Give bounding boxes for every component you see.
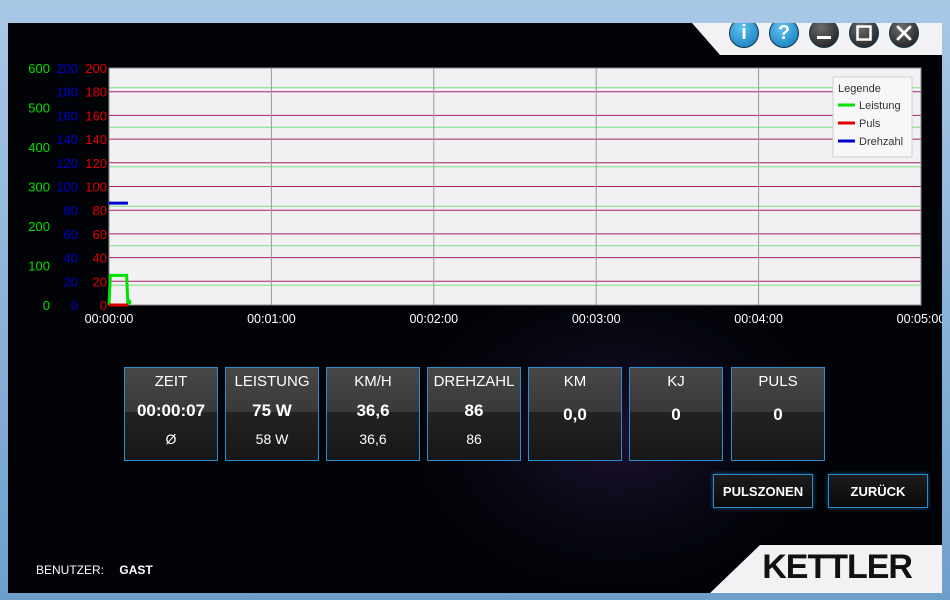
- x-tick-label: 00:00:00: [85, 312, 134, 326]
- tile-label: KM: [563, 373, 587, 390]
- tile-zeit: ZEIT 00:00:07 Ø: [124, 367, 218, 461]
- tile-value: 0,0: [563, 405, 587, 424]
- legend-label: Drehzahl: [859, 136, 903, 148]
- y-tick-label: 40: [93, 251, 107, 266]
- tile-average: Ø: [165, 431, 177, 447]
- zurueck-button[interactable]: ZURÜCK: [828, 474, 928, 508]
- y-tick-label: 600: [28, 61, 50, 76]
- y-tick-label: 80: [64, 203, 78, 218]
- user-label: BENUTZER:: [36, 563, 105, 577]
- y-tick-label: 60: [93, 227, 107, 242]
- user-info: BENUTZER: GAST: [36, 563, 153, 577]
- tile-value: 36,6: [356, 401, 390, 420]
- tile-label: KM/H: [354, 373, 392, 390]
- legend-label: Leistung: [859, 100, 901, 112]
- y-tick-label: 20: [93, 274, 107, 289]
- y-tick-label: 300: [28, 180, 50, 195]
- y-tick-label: 140: [56, 132, 78, 147]
- tile-value: 0: [671, 405, 681, 424]
- user-name: GAST: [119, 563, 153, 577]
- y-tick-label: 100: [28, 259, 50, 274]
- y-tick-label: 200: [28, 219, 50, 234]
- y-tick-label: 100: [56, 180, 78, 195]
- x-tick-label: 00:03:00: [572, 312, 621, 326]
- tile-value: 0: [773, 405, 783, 424]
- client-area: i ? 0 100 200 300 400 500 600 0 20 40 60 80 100 120 14…: [8, 23, 942, 593]
- tile-label: LEISTUNG: [234, 373, 310, 390]
- y-tick-label: 120: [85, 156, 107, 171]
- y-tick-label: 180: [85, 85, 107, 100]
- legend-title: Legende: [838, 83, 881, 95]
- tile-value: 75 W: [252, 401, 292, 420]
- tile-average: 58 W: [255, 431, 289, 447]
- tile-value: 00:00:07: [136, 401, 206, 420]
- y-tick-label: 160: [85, 108, 107, 123]
- tile-label: KJ: [667, 373, 685, 390]
- y-tick-label: 120: [56, 156, 78, 171]
- training-chart: 0100200300400500600020406080100120140160…: [28, 61, 942, 326]
- tile-km-h: KM/H 36,6 36,6: [326, 367, 420, 461]
- tile-value: 86: [464, 401, 484, 420]
- y-tick-label: 160: [56, 108, 78, 123]
- tile-km: KM 0,0: [528, 367, 622, 461]
- y-tick-label: 0: [100, 298, 107, 313]
- tile-label: PULS: [758, 373, 798, 390]
- y-tick-label: 500: [28, 101, 50, 116]
- tile-label: ZEIT: [154, 373, 188, 390]
- y-tick-label: 200: [85, 61, 107, 76]
- legend-label: Puls: [859, 118, 881, 130]
- y-tick-label: 40: [64, 251, 78, 266]
- x-tick-label: 00:01:00: [247, 312, 296, 326]
- tile-average: 36,6: [359, 431, 387, 447]
- y-tick-label: 0: [71, 298, 78, 313]
- tile-leistung: LEISTUNG 75 W 58 W: [225, 367, 319, 461]
- y-tick-label: 140: [85, 132, 107, 147]
- tile-kj: KJ 0: [629, 367, 723, 461]
- kettler-logo: KETTLER: [762, 548, 913, 586]
- y-tick-label: 400: [28, 140, 50, 155]
- y-tick-label: 100: [85, 180, 107, 195]
- tile-drehzahl: DREHZAHL 86 86: [427, 367, 521, 461]
- y-tick-label: 20: [64, 274, 78, 289]
- tile-label: DREHZAHL: [433, 373, 515, 390]
- x-tick-label: 00:04:00: [734, 312, 783, 326]
- application-window: i ? 0 100 200 300 400 500 600 0 20 40 60 80 100 120 14…: [0, 0, 950, 600]
- y-tick-label: 80: [93, 203, 107, 218]
- y-tick-label: 180: [56, 85, 78, 100]
- pulszonen-button[interactable]: PULSZONEN: [713, 474, 813, 508]
- y-tick-label: 60: [64, 227, 78, 242]
- tile-puls: PULS 0: [731, 367, 825, 461]
- tile-average: 86: [466, 431, 482, 447]
- x-tick-label: 00:05:00: [897, 312, 942, 326]
- x-tick-label: 00:02:00: [409, 312, 458, 326]
- y-tick-label: 200: [56, 61, 78, 76]
- y-tick-label: 0: [43, 298, 50, 313]
